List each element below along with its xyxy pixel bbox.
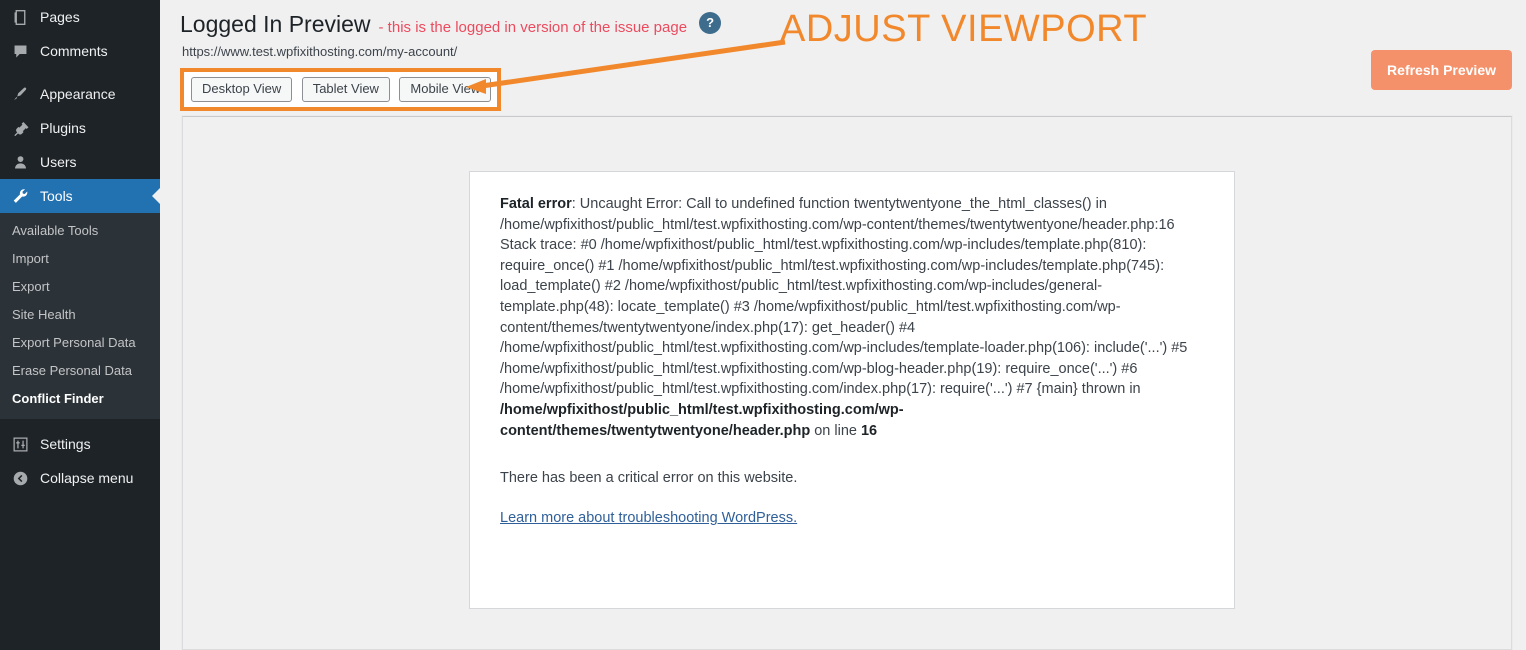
- main-content: Logged In Preview - this is the logged i…: [160, 0, 1526, 650]
- submenu-item-available-tools[interactable]: Available Tools: [0, 217, 160, 245]
- fatal-error-label: Fatal error: [500, 196, 572, 212]
- sidebar-item-label: Appearance: [40, 86, 116, 102]
- sidebar-item-label: Users: [40, 154, 77, 170]
- sidebar-bottom-group: Settings Collapse menu: [0, 427, 160, 495]
- sidebar-divider: [0, 68, 160, 77]
- sidebar-item-comments[interactable]: Comments: [0, 34, 160, 68]
- page-header: Logged In Preview - this is the logged i…: [160, 0, 1526, 116]
- sidebar-item-tools[interactable]: Tools: [0, 179, 160, 213]
- tools-icon: [10, 186, 30, 206]
- annotation-label: ADJUST VIEWPORT: [780, 8, 1148, 50]
- admin-sidebar: Pages Comments Appearance Plugins Users …: [0, 0, 160, 650]
- help-icon[interactable]: ?: [699, 11, 722, 34]
- submenu-item-conflict-finder[interactable]: Conflict Finder: [0, 385, 160, 413]
- fatal-error-text: Fatal error: Uncaught Error: Call to und…: [470, 172, 1234, 441]
- page-title: Logged In Preview: [180, 11, 371, 37]
- sidebar-item-label: Settings: [40, 436, 91, 452]
- page-subtitle: - this is the logged in version of the i…: [378, 19, 688, 36]
- tablet-view-button[interactable]: Tablet View: [301, 76, 390, 102]
- sidebar-item-appearance[interactable]: Appearance: [0, 77, 160, 111]
- submenu-item-erase-personal-data[interactable]: Erase Personal Data: [0, 357, 160, 385]
- comments-icon: [10, 41, 30, 61]
- plugins-icon: [10, 118, 30, 138]
- submenu-item-site-health[interactable]: Site Health: [0, 301, 160, 329]
- submenu-item-import[interactable]: Import: [0, 245, 160, 273]
- preview-viewport[interactable]: Fatal error: Uncaught Error: Call to und…: [182, 116, 1512, 650]
- submenu-item-export[interactable]: Export: [0, 273, 160, 301]
- fatal-error-line-number: 16: [860, 422, 878, 439]
- error-card: Fatal error: Uncaught Error: Call to und…: [469, 171, 1235, 609]
- admin-screen: Pages Comments Appearance Plugins Users …: [0, 0, 1526, 650]
- fatal-error-detail: : Uncaught Error: Call to undefined func…: [500, 196, 1188, 398]
- sidebar-item-plugins[interactable]: Plugins: [0, 111, 160, 145]
- refresh-preview-button[interactable]: Refresh Preview: [1371, 50, 1512, 90]
- sidebar-item-collapse-menu[interactable]: Collapse menu: [0, 461, 160, 495]
- annotation-arrow: [466, 39, 786, 94]
- mobile-view-button[interactable]: Mobile View: [399, 76, 492, 102]
- sidebar-item-label: Tools: [40, 188, 73, 204]
- tools-submenu: Available Tools Import Export Site Healt…: [0, 213, 160, 419]
- learn-more-link[interactable]: Learn more about troubleshooting WordPre…: [500, 510, 797, 526]
- collapse-icon: [10, 468, 30, 488]
- submenu-item-export-personal-data[interactable]: Export Personal Data: [0, 329, 160, 357]
- sidebar-divider-2: [0, 419, 160, 427]
- sidebar-item-label: Collapse menu: [40, 470, 134, 486]
- sidebar-item-pages[interactable]: Pages: [0, 0, 160, 34]
- sidebar-item-label: Comments: [40, 43, 108, 59]
- desktop-view-button[interactable]: Desktop View: [191, 76, 293, 102]
- sidebar-item-settings[interactable]: Settings: [0, 427, 160, 461]
- pages-icon: [10, 7, 30, 27]
- sidebar-item-label: Plugins: [40, 120, 86, 136]
- sidebar-top-group: Pages Comments: [0, 0, 160, 68]
- sidebar-item-label: Pages: [40, 9, 80, 25]
- appearance-icon: [10, 84, 30, 104]
- fatal-error-on-line: on line: [810, 422, 861, 439]
- viewport-toggle-group: Desktop View Tablet View Mobile View: [180, 67, 502, 111]
- sidebar-mid-group: Appearance Plugins Users Tools: [0, 77, 160, 213]
- sidebar-item-users[interactable]: Users: [0, 145, 160, 179]
- settings-icon: [10, 434, 30, 454]
- users-icon: [10, 152, 30, 172]
- critical-error-message: There has been a critical error on this …: [500, 470, 798, 487]
